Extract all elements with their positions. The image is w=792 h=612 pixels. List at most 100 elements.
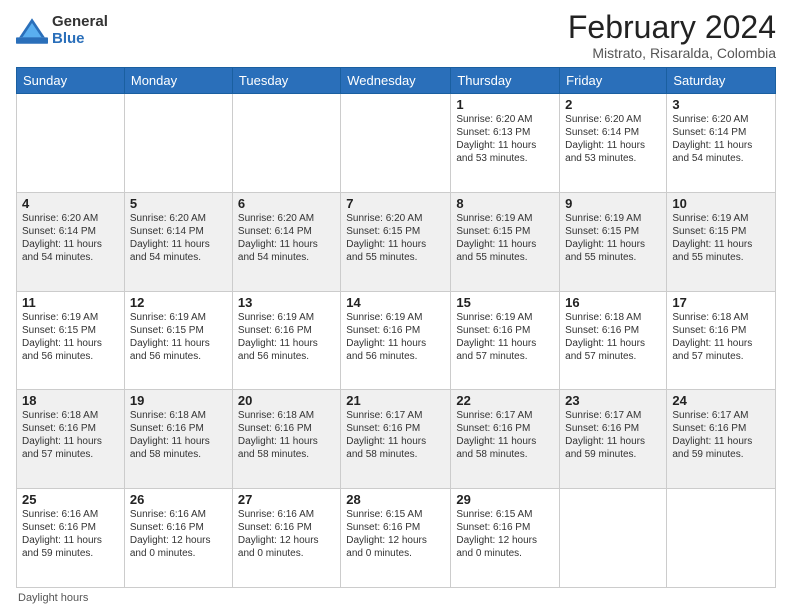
day-cell	[667, 489, 776, 588]
day-number: 3	[672, 97, 770, 112]
day-number: 17	[672, 295, 770, 310]
logo-blue-text: Blue	[52, 31, 108, 48]
day-cell: 10Sunrise: 6:19 AM Sunset: 6:15 PM Dayli…	[667, 192, 776, 291]
day-cell: 8Sunrise: 6:19 AM Sunset: 6:15 PM Daylig…	[451, 192, 560, 291]
day-number: 22	[456, 393, 554, 408]
day-cell: 25Sunrise: 6:16 AM Sunset: 6:16 PM Dayli…	[17, 489, 125, 588]
day-cell	[341, 94, 451, 193]
day-info: Sunrise: 6:19 AM Sunset: 6:16 PM Dayligh…	[456, 311, 554, 363]
day-info: Sunrise: 6:19 AM Sunset: 6:15 PM Dayligh…	[130, 311, 227, 363]
day-info: Sunrise: 6:19 AM Sunset: 6:16 PM Dayligh…	[346, 311, 445, 363]
day-number: 5	[130, 196, 227, 211]
title-section: February 2024 Mistrato, Risaralda, Colom…	[568, 10, 776, 61]
day-info: Sunrise: 6:18 AM Sunset: 6:16 PM Dayligh…	[238, 409, 335, 461]
day-cell: 9Sunrise: 6:19 AM Sunset: 6:15 PM Daylig…	[560, 192, 667, 291]
day-cell: 18Sunrise: 6:18 AM Sunset: 6:16 PM Dayli…	[17, 390, 125, 489]
day-cell: 13Sunrise: 6:19 AM Sunset: 6:16 PM Dayli…	[232, 291, 340, 390]
day-info: Sunrise: 6:17 AM Sunset: 6:16 PM Dayligh…	[346, 409, 445, 461]
day-info: Sunrise: 6:16 AM Sunset: 6:16 PM Dayligh…	[130, 508, 227, 560]
col-tuesday: Tuesday	[232, 68, 340, 94]
calendar-table: Sunday Monday Tuesday Wednesday Thursday…	[16, 67, 776, 588]
day-cell: 16Sunrise: 6:18 AM Sunset: 6:16 PM Dayli…	[560, 291, 667, 390]
day-number: 15	[456, 295, 554, 310]
day-number: 27	[238, 492, 335, 507]
week-row-1: 1Sunrise: 6:20 AM Sunset: 6:13 PM Daylig…	[17, 94, 776, 193]
logo: General Blue	[16, 14, 108, 47]
day-number: 12	[130, 295, 227, 310]
day-cell: 23Sunrise: 6:17 AM Sunset: 6:16 PM Dayli…	[560, 390, 667, 489]
day-number: 4	[22, 196, 119, 211]
day-cell: 17Sunrise: 6:18 AM Sunset: 6:16 PM Dayli…	[667, 291, 776, 390]
day-cell: 27Sunrise: 6:16 AM Sunset: 6:16 PM Dayli…	[232, 489, 340, 588]
day-info: Sunrise: 6:15 AM Sunset: 6:16 PM Dayligh…	[346, 508, 445, 560]
day-cell: 20Sunrise: 6:18 AM Sunset: 6:16 PM Dayli…	[232, 390, 340, 489]
day-info: Sunrise: 6:16 AM Sunset: 6:16 PM Dayligh…	[22, 508, 119, 560]
main-title: February 2024	[568, 10, 776, 45]
day-number: 20	[238, 393, 335, 408]
day-number: 9	[565, 196, 661, 211]
day-cell: 14Sunrise: 6:19 AM Sunset: 6:16 PM Dayli…	[341, 291, 451, 390]
logo-general-text: General	[52, 14, 108, 31]
day-cell: 11Sunrise: 6:19 AM Sunset: 6:15 PM Dayli…	[17, 291, 125, 390]
day-info: Sunrise: 6:20 AM Sunset: 6:14 PM Dayligh…	[22, 212, 119, 264]
col-friday: Friday	[560, 68, 667, 94]
day-cell: 7Sunrise: 6:20 AM Sunset: 6:15 PM Daylig…	[341, 192, 451, 291]
week-row-2: 4Sunrise: 6:20 AM Sunset: 6:14 PM Daylig…	[17, 192, 776, 291]
col-sunday: Sunday	[17, 68, 125, 94]
logo-text: General Blue	[52, 14, 108, 47]
day-info: Sunrise: 6:19 AM Sunset: 6:15 PM Dayligh…	[22, 311, 119, 363]
day-info: Sunrise: 6:20 AM Sunset: 6:14 PM Dayligh…	[238, 212, 335, 264]
col-saturday: Saturday	[667, 68, 776, 94]
day-cell	[232, 94, 340, 193]
col-monday: Monday	[124, 68, 232, 94]
day-info: Sunrise: 6:19 AM Sunset: 6:15 PM Dayligh…	[672, 212, 770, 264]
week-row-5: 25Sunrise: 6:16 AM Sunset: 6:16 PM Dayli…	[17, 489, 776, 588]
day-number: 13	[238, 295, 335, 310]
day-number: 7	[346, 196, 445, 211]
day-info: Sunrise: 6:17 AM Sunset: 6:16 PM Dayligh…	[565, 409, 661, 461]
day-info: Sunrise: 6:20 AM Sunset: 6:14 PM Dayligh…	[672, 113, 770, 165]
day-info: Sunrise: 6:20 AM Sunset: 6:14 PM Dayligh…	[565, 113, 661, 165]
day-cell: 15Sunrise: 6:19 AM Sunset: 6:16 PM Dayli…	[451, 291, 560, 390]
day-number: 24	[672, 393, 770, 408]
day-number: 19	[130, 393, 227, 408]
day-number: 10	[672, 196, 770, 211]
day-cell: 12Sunrise: 6:19 AM Sunset: 6:15 PM Dayli…	[124, 291, 232, 390]
day-cell: 24Sunrise: 6:17 AM Sunset: 6:16 PM Dayli…	[667, 390, 776, 489]
day-number: 25	[22, 492, 119, 507]
day-number: 11	[22, 295, 119, 310]
day-info: Sunrise: 6:20 AM Sunset: 6:14 PM Dayligh…	[130, 212, 227, 264]
day-cell: 6Sunrise: 6:20 AM Sunset: 6:14 PM Daylig…	[232, 192, 340, 291]
week-row-3: 11Sunrise: 6:19 AM Sunset: 6:15 PM Dayli…	[17, 291, 776, 390]
day-number: 2	[565, 97, 661, 112]
week-row-4: 18Sunrise: 6:18 AM Sunset: 6:16 PM Dayli…	[17, 390, 776, 489]
day-cell: 29Sunrise: 6:15 AM Sunset: 6:16 PM Dayli…	[451, 489, 560, 588]
day-number: 29	[456, 492, 554, 507]
day-number: 1	[456, 97, 554, 112]
day-cell: 3Sunrise: 6:20 AM Sunset: 6:14 PM Daylig…	[667, 94, 776, 193]
col-wednesday: Wednesday	[341, 68, 451, 94]
day-number: 26	[130, 492, 227, 507]
day-info: Sunrise: 6:16 AM Sunset: 6:16 PM Dayligh…	[238, 508, 335, 560]
day-cell: 2Sunrise: 6:20 AM Sunset: 6:14 PM Daylig…	[560, 94, 667, 193]
day-info: Sunrise: 6:19 AM Sunset: 6:16 PM Dayligh…	[238, 311, 335, 363]
page: General Blue February 2024 Mistrato, Ris…	[0, 0, 792, 612]
day-cell	[17, 94, 125, 193]
day-info: Sunrise: 6:20 AM Sunset: 6:13 PM Dayligh…	[456, 113, 554, 165]
day-number: 21	[346, 393, 445, 408]
day-number: 18	[22, 393, 119, 408]
day-info: Sunrise: 6:20 AM Sunset: 6:15 PM Dayligh…	[346, 212, 445, 264]
footer: Daylight hours	[16, 592, 776, 604]
day-cell	[124, 94, 232, 193]
day-cell: 26Sunrise: 6:16 AM Sunset: 6:16 PM Dayli…	[124, 489, 232, 588]
header-row: Sunday Monday Tuesday Wednesday Thursday…	[17, 68, 776, 94]
day-number: 28	[346, 492, 445, 507]
day-info: Sunrise: 6:18 AM Sunset: 6:16 PM Dayligh…	[565, 311, 661, 363]
day-number: 6	[238, 196, 335, 211]
day-cell: 5Sunrise: 6:20 AM Sunset: 6:14 PM Daylig…	[124, 192, 232, 291]
day-info: Sunrise: 6:18 AM Sunset: 6:16 PM Dayligh…	[22, 409, 119, 461]
day-info: Sunrise: 6:18 AM Sunset: 6:16 PM Dayligh…	[672, 311, 770, 363]
day-cell: 28Sunrise: 6:15 AM Sunset: 6:16 PM Dayli…	[341, 489, 451, 588]
day-info: Sunrise: 6:19 AM Sunset: 6:15 PM Dayligh…	[456, 212, 554, 264]
day-cell: 19Sunrise: 6:18 AM Sunset: 6:16 PM Dayli…	[124, 390, 232, 489]
